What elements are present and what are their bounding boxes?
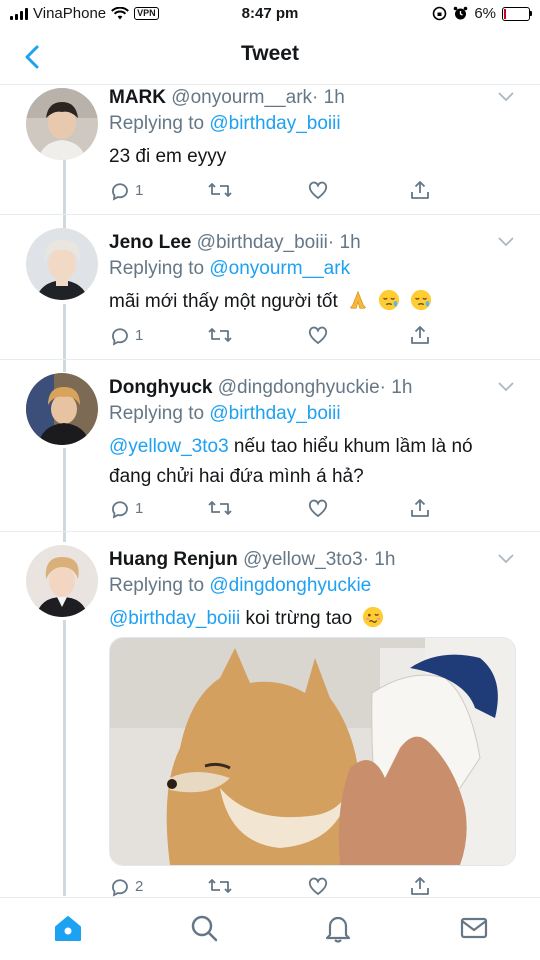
avatar[interactable] [26, 88, 98, 160]
reply-count: 1 [135, 181, 144, 199]
avatar[interactable] [26, 228, 98, 300]
tweet-actions: 1 [109, 497, 449, 523]
tweet-actions: 1 [109, 324, 449, 350]
search-icon[interactable] [188, 912, 220, 944]
tweet-header: MARK @onyourm__ark· 1h [109, 86, 510, 110]
chevron-down-icon[interactable] [498, 92, 514, 102]
reply-icon [112, 183, 128, 201]
share-icon[interactable] [409, 324, 431, 346]
reply-button[interactable]: 1 [109, 179, 143, 201]
like-heart-icon[interactable] [307, 179, 329, 201]
replying-to: Replying to @birthday_boiii [109, 113, 341, 134]
chevron-down-icon[interactable] [498, 237, 514, 247]
battery-icon [502, 6, 532, 21]
retweet-icon[interactable] [207, 324, 233, 346]
messages-mail-icon[interactable] [458, 912, 490, 944]
like-heart-icon[interactable] [307, 324, 329, 346]
replying-to-link[interactable]: @birthday_boiii [209, 113, 340, 134]
tweet-time: · 1h [379, 377, 413, 398]
tweet-photo[interactable] [109, 637, 516, 866]
tweet-text: @birthday_boiii koi trừng tao [109, 604, 510, 634]
sad-face-icon [410, 289, 431, 311]
tweet-actions: 1 [109, 179, 449, 205]
share-icon[interactable] [409, 179, 431, 201]
mention-link[interactable]: @yellow_3to3 [109, 436, 229, 457]
status-bar: VinaPhone VPN 8:47 pm 6% [0, 0, 540, 30]
avatar[interactable] [26, 373, 98, 445]
chevron-down-icon[interactable] [498, 382, 514, 392]
like-heart-icon[interactable] [307, 875, 329, 897]
display-name[interactable]: Donghyuck [109, 377, 212, 398]
tweet-text: 23 đi em eyyy [109, 146, 227, 167]
share-icon[interactable] [409, 497, 431, 519]
notifications-bell-icon[interactable] [322, 912, 354, 944]
reply-button[interactable]: 2 [109, 875, 143, 897]
tweet-item[interactable]: MARK @onyourm__ark· 1h Replying to @birt… [0, 84, 540, 214]
tweet-header: Donghyuck @dingdonghyuckie· 1h [109, 376, 510, 400]
tweet-time: · 1h [362, 549, 396, 570]
tweet-item[interactable]: Donghyuck @dingdonghyuckie· 1h Replying … [0, 360, 540, 532]
share-icon[interactable] [409, 875, 431, 897]
tweet-header: Huang Renjun @yellow_3to3· 1h [109, 548, 510, 572]
reply-count: 1 [135, 326, 144, 344]
battery-percent: 6% [474, 5, 496, 22]
tweet-item[interactable]: Jeno Lee @birthday_boiii· 1h Replying to… [0, 215, 540, 359]
reply-icon [112, 501, 128, 519]
reply-button[interactable]: 1 [109, 324, 143, 346]
user-handle: @yellow_3to3 [243, 549, 363, 570]
bottom-tab-bar [0, 897, 540, 960]
tweet-time: · 1h [327, 232, 361, 253]
tweet-time: · 1h [312, 87, 345, 108]
reply-button[interactable]: 1 [109, 497, 143, 519]
sad-face-icon [379, 289, 400, 311]
folded-hands-icon [348, 290, 368, 309]
orientation-lock-icon [433, 6, 447, 21]
home-icon[interactable] [52, 912, 84, 944]
replying-to: Replying to @birthday_boiii [109, 403, 341, 424]
user-handle: @onyourm__ark [171, 87, 313, 108]
retweet-icon[interactable] [207, 179, 233, 201]
like-heart-icon[interactable] [307, 497, 329, 519]
reply-count: 2 [135, 877, 144, 895]
reply-icon [112, 879, 128, 897]
tweet-text: @yellow_3to3 nếu tao hiểu khum lầm là nó… [109, 436, 473, 487]
replying-to: Replying to @onyourm__ark [109, 258, 351, 279]
reply-count: 1 [135, 499, 144, 517]
replying-to-link[interactable]: @dingdonghyuckie [209, 575, 371, 596]
top-navigation: Tweet [0, 30, 540, 85]
tweet-header: Jeno Lee @birthday_boiii· 1h [109, 231, 510, 255]
mention-link[interactable]: @birthday_boiii [109, 608, 240, 629]
replying-to: Replying to @dingdonghyuckie [109, 575, 372, 596]
user-handle: @dingdonghyuckie [217, 377, 380, 398]
display-name[interactable]: Jeno Lee [109, 232, 191, 253]
replying-to-link[interactable]: @birthday_boiii [209, 403, 340, 424]
replying-to-link[interactable]: @onyourm__ark [209, 258, 350, 279]
retweet-icon[interactable] [207, 497, 233, 519]
display-name[interactable]: Huang Renjun [109, 549, 238, 570]
user-handle: @birthday_boiii [196, 232, 328, 253]
alarm-icon [454, 6, 468, 20]
chevron-down-icon[interactable] [498, 554, 514, 564]
reply-icon [112, 328, 128, 346]
woozy-face-icon [362, 606, 383, 628]
avatar[interactable] [26, 545, 98, 617]
page-title: Tweet [241, 42, 299, 65]
display-name[interactable]: MARK [109, 87, 166, 108]
retweet-icon[interactable] [207, 875, 233, 897]
tweet-text: mãi mới thấy một người tốt [109, 287, 510, 317]
